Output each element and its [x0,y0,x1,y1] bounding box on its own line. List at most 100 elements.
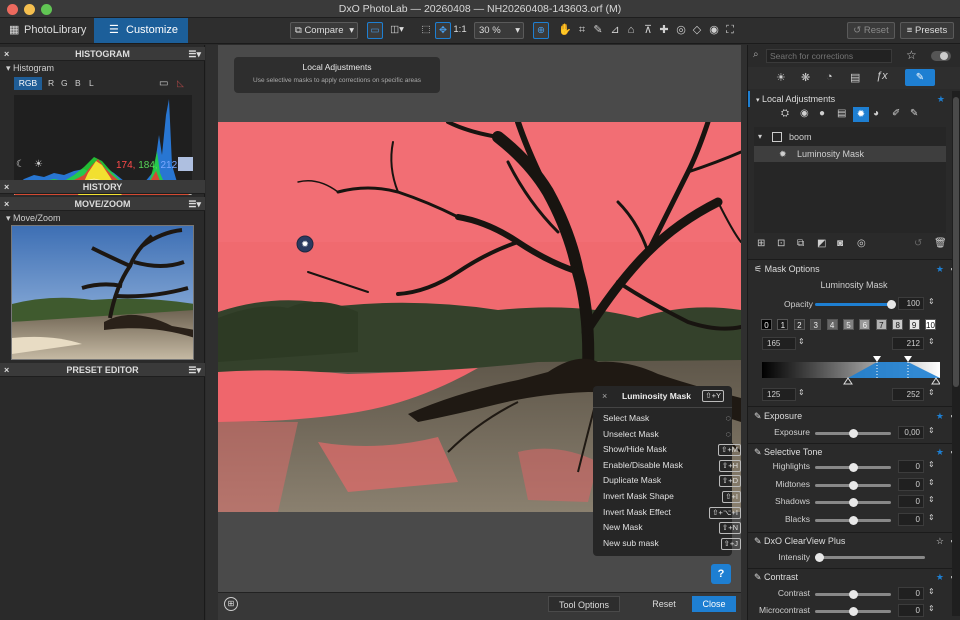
intensity-knob[interactable] [815,553,824,562]
menu-item[interactable]: New Mask ⇧+N [593,520,741,536]
zone-button[interactable]: 4 [826,319,838,330]
contrast-knob[interactable] [849,590,858,599]
opacity-value[interactable]: 100 [898,297,924,310]
contrast-value[interactable]: 0 [898,587,924,600]
stepper-icon[interactable]: ⇕ [928,604,935,613]
exposure-value[interactable]: 0,00 [898,426,924,439]
history-header[interactable]: × HISTORY [0,180,205,194]
stepper-icon[interactable]: ⇕ [928,460,935,469]
opacity-knob[interactable] [887,300,896,309]
close-icon[interactable]: × [4,363,9,377]
close-window-button[interactable] [7,4,18,15]
tone-slider[interactable] [815,498,891,507]
zoom-dropdown[interactable]: 30 % ▾ [474,22,524,39]
red-eye-icon[interactable]: ◎ [674,22,688,38]
stepper-icon[interactable]: ⇕ [928,478,935,487]
duplicate-mask-icon[interactable]: ⧉ [797,238,804,249]
gamut-warning-icon[interactable]: ◺ [177,78,184,89]
zone-button[interactable]: 0 [761,319,772,330]
effects-tab-icon[interactable]: ƒx [876,70,888,82]
stepper-icon[interactable]: ⇕ [798,388,805,397]
dual-view-dropdown[interactable]: ◫▾ [385,22,409,39]
tone-value[interactable]: 0 [898,512,924,526]
microcontrast-knob[interactable] [849,607,858,616]
invert-mask-icon[interactable]: ◩ [817,238,826,249]
tone-slider[interactable] [815,480,891,490]
close-icon[interactable]: × [4,180,9,194]
zone-button[interactable]: 6 [859,319,871,330]
movezoom-header[interactable]: × MOVE/ZOOM ☰▾ [0,197,205,211]
zone-button[interactable]: 5 [843,319,854,330]
panel-scrollbar[interactable] [952,91,960,616]
workspace-icon[interactable]: ⊞ [224,597,238,611]
microcontrast-slider[interactable] [815,607,891,616]
tone-slider[interactable] [815,463,891,472]
local-adjustments-tab-icon[interactable]: ✎ [905,69,935,86]
stepper-icon[interactable]: ⇕ [798,337,805,346]
local-adjustments-header[interactable]: ▾ Local Adjustments ★ ▪ [748,91,960,107]
menu-item[interactable]: Invert Mask Effect ⇧+⌥+I [593,505,741,521]
menu-item[interactable]: New sub mask ⇧+J [593,536,741,552]
left-splitter[interactable] [206,45,218,620]
range-low-falloff-value[interactable]: 125 [762,388,796,401]
menu-item[interactable]: Enable/Disable Mask ⇧+H [593,458,741,474]
color-tab-icon[interactable]: ❋ [801,71,810,84]
horizon-tool-icon[interactable]: ⊿ [608,22,622,38]
contrast-header[interactable]: ✎ Contrast ★ ▪ [754,569,954,585]
brush-tool-icon[interactable]: ● [819,108,825,119]
single-view-button[interactable]: ▭ [367,22,383,39]
moon-icon[interactable]: ☾ [16,159,25,170]
zone-button[interactable]: 8 [892,319,904,330]
minimize-window-button[interactable] [24,4,35,15]
eraser-tool-icon[interactable]: ✎ [910,108,918,119]
undo-icon[interactable]: ↺ [914,238,922,249]
mask-visibility-checkbox[interactable] [772,132,782,142]
stepper-icon[interactable]: ⇕ [928,587,935,596]
tab-customize[interactable]: ☰ Customize [94,18,188,43]
scrollbar-thumb[interactable] [953,97,959,387]
image-viewer[interactable]: Local Adjustments Use selective masks to… [218,45,741,620]
range-high-value[interactable]: 212 [892,337,924,350]
tone-value[interactable]: 0 [898,495,924,508]
histogram-header[interactable]: × HISTOGRAM ☰▾ [0,47,205,61]
fullscreen-icon[interactable]: ⛶ [723,22,737,38]
favorite-star-icon[interactable]: ☆ [936,533,944,549]
favorite-star-icon[interactable]: ★ [936,408,944,424]
mask-options-header[interactable]: ⚟ Mask Options ★ ▪ [754,261,954,277]
microcontrast-value[interactable]: 0 [898,604,924,617]
channel-r[interactable]: R [48,77,54,90]
favorite-star-icon[interactable]: ★ [936,444,944,460]
tone-knob[interactable] [849,498,858,507]
search-input[interactable] [766,49,892,63]
mask-shape-icon[interactable]: ◙ [837,238,843,249]
zone-button[interactable]: 9 [908,319,920,330]
menu-icon[interactable]: ☰▾ [188,197,201,211]
trash-icon[interactable]: 🗑 [934,238,947,249]
toggle-switch[interactable] [931,51,951,61]
monitor-icon[interactable]: ▭ [159,78,168,89]
close-icon[interactable]: × [4,47,9,61]
reset-button[interactable]: ↺ Reset [847,22,895,39]
range-low-value[interactable]: 165 [762,337,796,350]
tab-photolibrary[interactable]: ▦ PhotoLibrary [0,18,94,43]
zone-button[interactable]: 7 [875,319,887,330]
magnifier-button[interactable]: ⊕ [533,22,549,39]
preset-editor-header[interactable]: × PRESET EDITOR ☰▾ [0,363,205,377]
clearview-header[interactable]: ✎ DxO ClearView Plus ☆ ▪ [754,533,954,549]
compare-dropdown[interactable]: ⧉ Compare ▾ [290,22,358,39]
intensity-slider[interactable] [815,553,925,562]
exposure-slider[interactable] [815,429,891,438]
favorite-star-icon[interactable]: ☆ [906,48,917,62]
control-line-tool-icon[interactable]: ◉ [800,108,809,119]
luminosity-mask-tool-icon[interactable]: ✹ [853,107,869,122]
show-mask-icon[interactable]: ◎ [857,238,866,249]
opacity-slider[interactable] [815,300,896,309]
stepper-icon[interactable]: ⇕ [928,495,935,504]
light-tab-icon[interactable]: ☀ [776,71,786,84]
menu-item[interactable]: Invert Mask Shape ⇧+I [593,489,741,505]
stepper-icon[interactable]: ⇕ [928,388,935,397]
add-submask-icon[interactable]: ⊡ [777,238,785,249]
navigator-thumbnail[interactable] [11,225,194,360]
movezoom-subheader[interactable]: ▾ Move/Zoom [6,213,61,224]
perspective-lines-icon[interactable]: ⊼ [641,22,655,38]
